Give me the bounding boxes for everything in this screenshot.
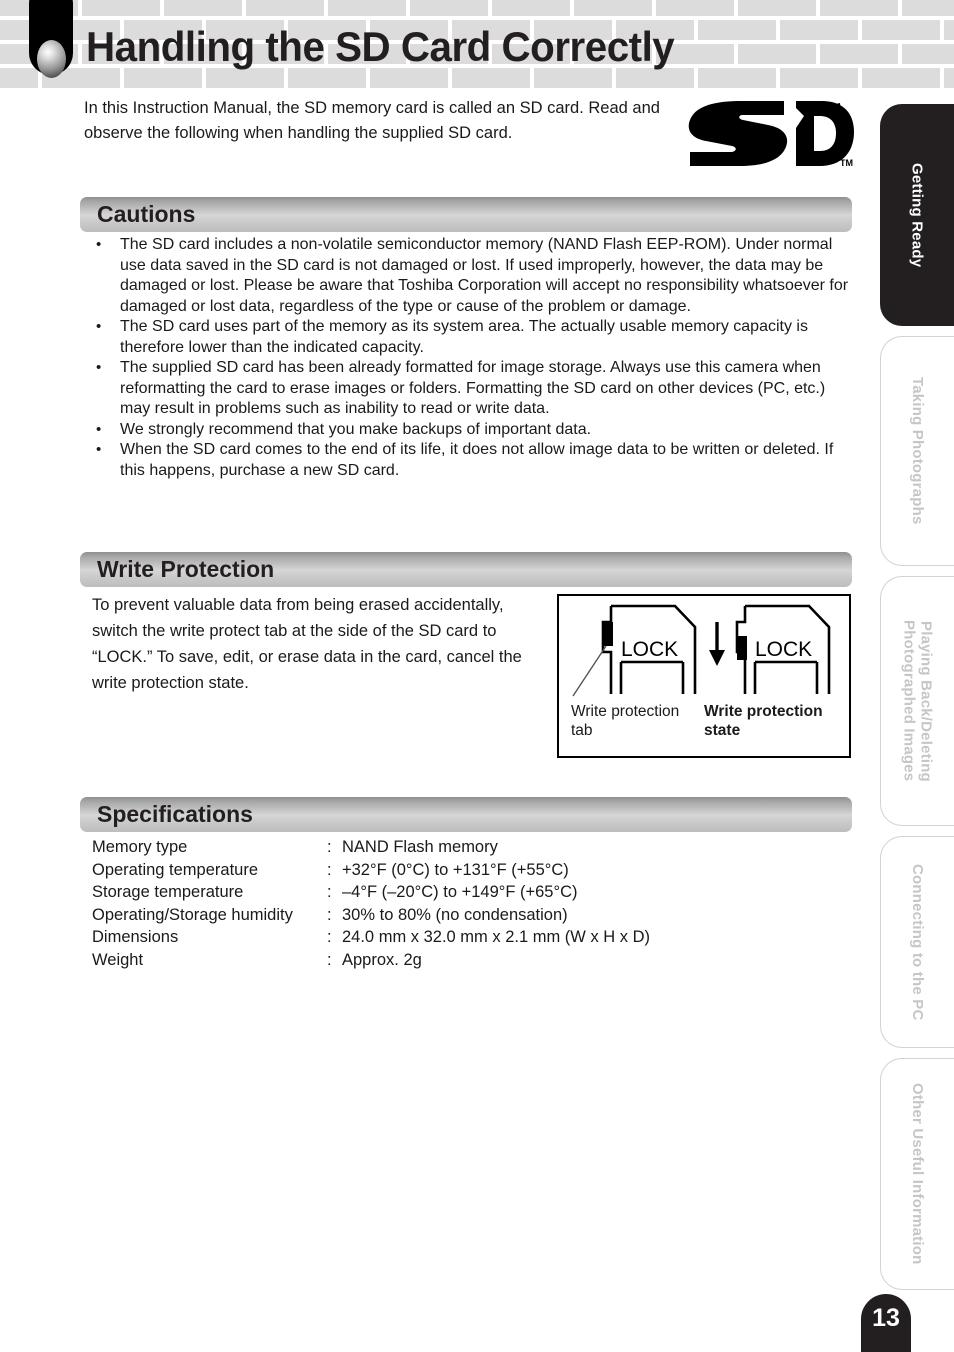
section-header-write-protection: Write Protection <box>80 552 852 587</box>
brick <box>862 20 940 40</box>
brick <box>738 44 816 64</box>
brick <box>328 0 406 16</box>
brick <box>738 0 816 16</box>
caution-bullet: We strongly recommend that you make back… <box>84 420 856 441</box>
caution-bullet: When the SD card comes to the end of its… <box>84 440 856 481</box>
spec-value: Approx. 2g <box>342 950 422 969</box>
side-tab-label: Getting Ready <box>908 162 926 268</box>
side-tab-playing-back-deleting-photographed-images[interactable]: Playing Back/Deleting Photographed Image… <box>880 576 954 826</box>
brick <box>820 0 898 16</box>
brick <box>780 20 858 40</box>
spec-separator: : <box>327 883 332 901</box>
spec-row: Operating/Storage humidity:30% to 80% (n… <box>92 906 792 929</box>
spec-value: –4°F (–20°C) to +149°F (+65°C) <box>342 883 578 901</box>
spec-separator: : <box>327 905 332 924</box>
spec-row: Weight: Approx. 2g <box>92 951 792 974</box>
trademark-symbol: TM <box>840 158 853 168</box>
brick <box>820 44 898 64</box>
manual-page: Handling the SD Card Correctly In this I… <box>0 0 954 1352</box>
brick <box>82 0 160 16</box>
brick <box>246 0 324 16</box>
spec-label: Weight <box>92 950 144 969</box>
brick <box>492 0 570 16</box>
lock-label-left: LOCK <box>621 638 678 661</box>
lock-label-right: LOCK <box>755 638 812 661</box>
side-tab-other-useful-information[interactable]: Other Useful Information <box>880 1058 954 1290</box>
side-tab-getting-ready[interactable]: Getting Ready <box>880 104 954 326</box>
brick <box>902 0 954 16</box>
side-tab-connecting-to-the-pc[interactable]: Connecting to the PC <box>880 836 954 1048</box>
section-header-cautions: Cautions <box>80 197 852 232</box>
brick <box>862 68 940 88</box>
brick <box>574 0 652 16</box>
side-tab-label: Other Useful Information <box>909 1083 926 1265</box>
page-header-band: Handling the SD Card Correctly <box>0 0 954 88</box>
write-protection-figure: LOCK LOCK Write protection tab Write pro… <box>557 594 851 758</box>
side-tab-taking-photographs[interactable]: Taking Photographs <box>880 336 954 566</box>
page-number: 13 <box>861 1294 911 1352</box>
spec-label: Operating temperature <box>92 860 259 879</box>
sphere-icon <box>37 40 66 78</box>
brick <box>944 20 954 40</box>
sd-logo: TM <box>684 98 856 170</box>
spec-value: 30% to 80% (no condensation) <box>342 905 568 924</box>
write-protect-tab-up <box>603 622 613 646</box>
sd-logo-graphic <box>688 101 854 166</box>
brick <box>780 68 858 88</box>
spec-label: Storage temperature <box>92 883 244 901</box>
spec-separator: : <box>327 838 332 856</box>
spec-separator: : <box>327 928 332 946</box>
section-title-specifications: Specifications <box>97 800 253 827</box>
spec-separator: : <box>327 950 332 969</box>
brick <box>656 0 734 16</box>
brick <box>698 68 776 88</box>
brick <box>0 68 38 88</box>
brick <box>698 20 776 40</box>
spec-row: Dimensions:24.0 mm x 32.0 mm x 2.1 mm (W… <box>92 928 792 951</box>
page-title: Handling the SD Card Correctly <box>86 23 675 70</box>
spec-value: 24.0 mm x 32.0 mm x 2.1 mm (W x H x D) <box>342 928 651 946</box>
spec-value: +32°F (0°C) to +131°F (+55°C) <box>342 860 569 879</box>
caution-bullet: The supplied SD card has been already fo… <box>84 358 856 420</box>
spec-label: Dimensions <box>92 928 179 946</box>
brick <box>944 68 954 88</box>
brick <box>902 44 954 64</box>
intro-paragraph: In this Instruction Manual, the SD memor… <box>84 99 660 142</box>
write-protection-paragraph: To prevent valuable data from being eras… <box>92 596 522 692</box>
spec-row: Memory type: NAND Flash memory <box>92 838 792 861</box>
spec-label: Operating/Storage humidity <box>92 905 293 924</box>
spec-row: Operating temperature: +32°F (0°C) to +13… <box>92 861 792 884</box>
brick-row <box>0 0 954 16</box>
section-header-specifications: Specifications <box>80 797 852 832</box>
caution-bullet: The SD card uses part of the memory as i… <box>84 317 856 358</box>
caution-bullet: The SD card includes a non-volatile semi… <box>84 235 856 317</box>
spec-value: NAND Flash memory <box>342 838 498 856</box>
brick <box>164 0 242 16</box>
figure-caption-write-protection-tab: Write protection tab <box>571 703 680 739</box>
side-tab-label: Playing Back/Deleting Photographed Image… <box>900 620 935 782</box>
spec-separator: : <box>327 860 332 879</box>
spec-label: Memory type <box>92 838 188 856</box>
spec-row: Storage temperature: –4°F (–20°C) to +149… <box>92 883 792 906</box>
specifications-table: Memory type: NAND Flash memory Operating t… <box>92 838 792 973</box>
section-title-cautions: Cautions <box>97 200 196 227</box>
arrow-down-icon <box>709 622 725 666</box>
write-protect-tab-down <box>737 636 747 660</box>
side-tab-label: Taking Photographs <box>909 377 926 525</box>
figure-caption-write-protection-state: Write protection state <box>704 703 823 739</box>
cautions-bullet-list: The SD card includes a non-volatile semi… <box>84 235 856 481</box>
brick <box>410 0 488 16</box>
side-tab-label: Connecting to the PC <box>909 863 926 1021</box>
section-title-write-protection: Write Protection <box>97 555 275 582</box>
